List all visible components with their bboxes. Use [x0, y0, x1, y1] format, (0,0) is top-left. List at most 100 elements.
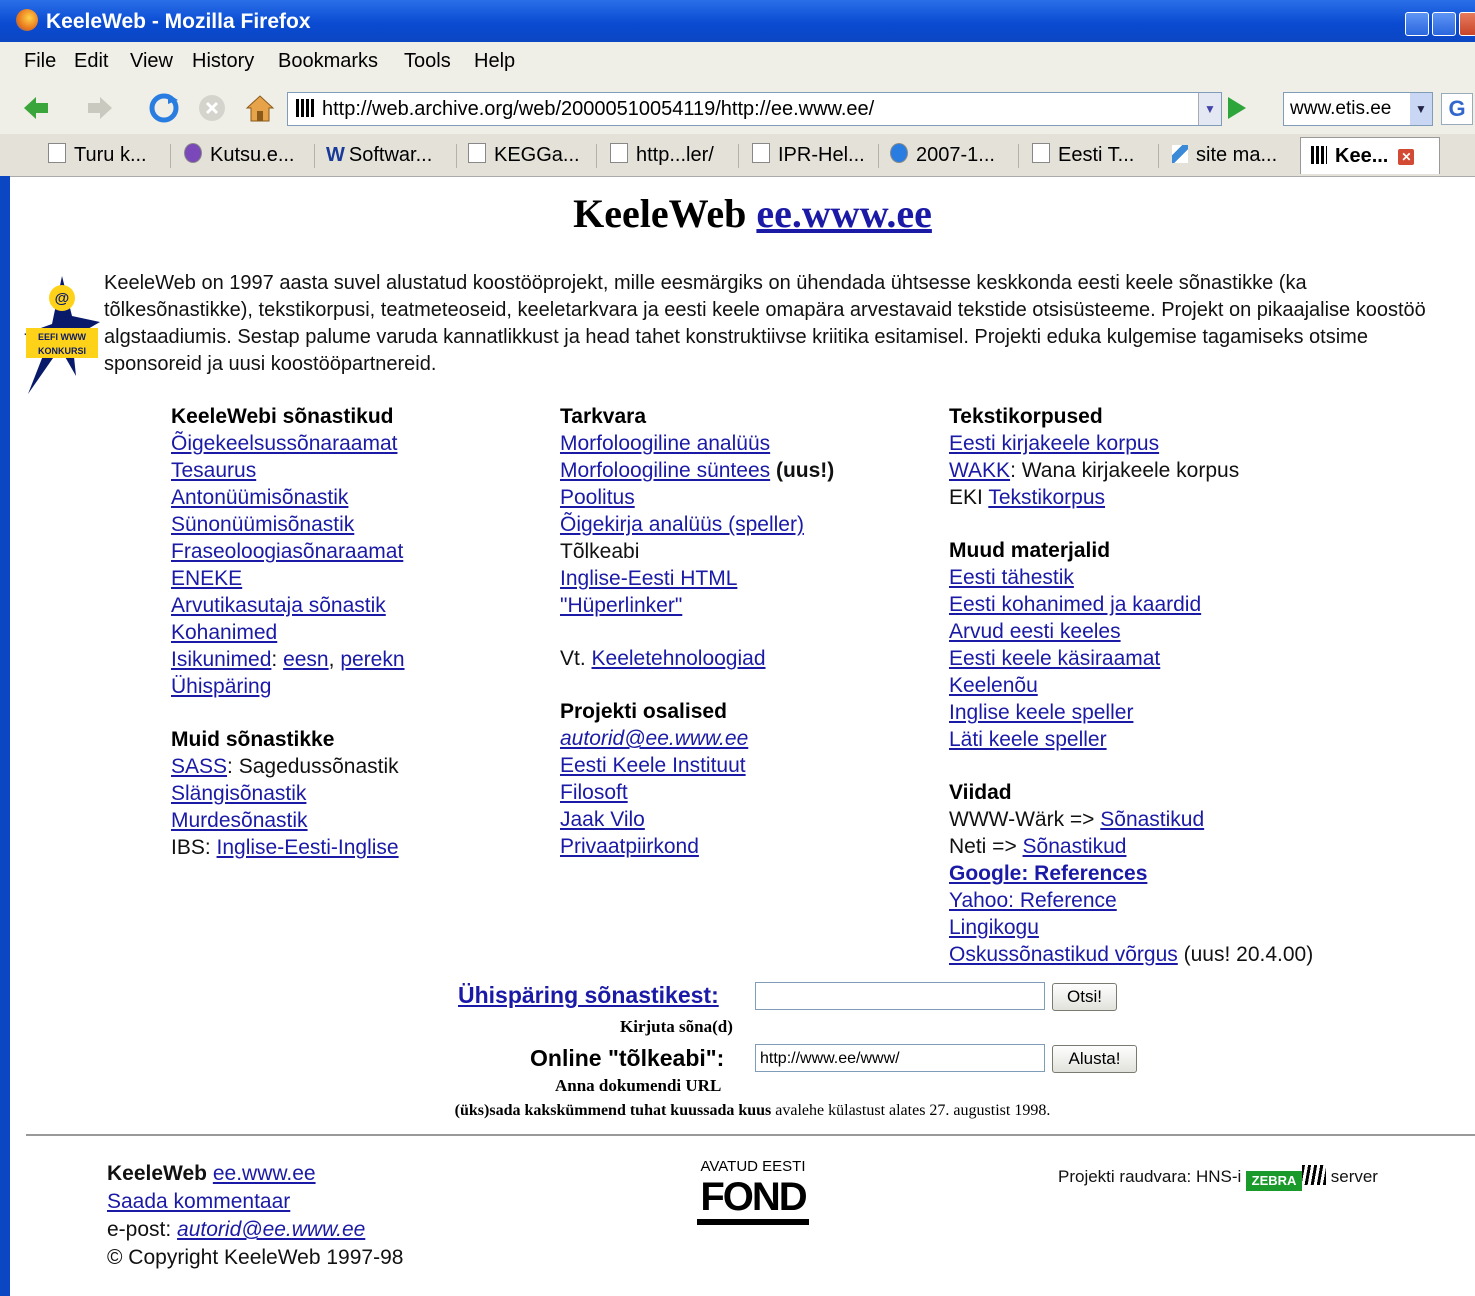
- link-google-references[interactable]: Google: References: [949, 862, 1147, 885]
- link-kohanimed[interactable]: Kohanimed: [171, 621, 277, 644]
- translate-url-input[interactable]: http://www.ee/www/: [755, 1044, 1045, 1072]
- link-fraseoloogia[interactable]: Fraseoloogiasõnaraamat: [171, 540, 403, 563]
- tab-1[interactable]: Turu k...: [48, 137, 158, 173]
- link-antonuumi[interactable]: Antonüümisõnastik: [171, 486, 348, 509]
- link-lati-speller[interactable]: Läti keele speller: [949, 728, 1107, 751]
- link-wakk[interactable]: WAKK: [949, 459, 1010, 482]
- menu-view[interactable]: View: [130, 50, 173, 73]
- url-bar[interactable]: http://web.archive.org/web/2000051005411…: [287, 92, 1222, 126]
- tolkeabi-text: Tõlkeabi: [560, 540, 640, 563]
- link-speller[interactable]: Õigekirja analüüs (speller): [560, 513, 804, 536]
- firefox-icon: [16, 9, 38, 31]
- link-slangi[interactable]: Slängisõnastik: [171, 782, 306, 805]
- link-jaak-vilo[interactable]: Jaak Vilo: [560, 808, 645, 831]
- footer-email-link[interactable]: autorid@ee.www.ee: [177, 1218, 365, 1241]
- search-engine-dropdown-icon[interactable]: ▼: [1410, 93, 1432, 125]
- link-neti-sonastikud[interactable]: Sõnastikud: [1023, 835, 1127, 858]
- reload-icon[interactable]: [148, 92, 180, 124]
- link-tahestik[interactable]: Eesti tähestik: [949, 566, 1074, 589]
- search-button[interactable]: Otsi!: [1052, 983, 1117, 1011]
- link-arvutikasutaja[interactable]: Arvutikasutaja sõnastik: [171, 594, 386, 617]
- link-uhisparing[interactable]: Ühispäring: [171, 675, 271, 698]
- home-icon[interactable]: [244, 92, 276, 124]
- menu-history[interactable]: History: [192, 50, 254, 73]
- tab-5[interactable]: http...ler/: [610, 137, 730, 173]
- tab-3[interactable]: W Softwar...: [326, 137, 446, 173]
- intro-text: KeeleWeb on 1997 aasta suvel alustatud k…: [104, 272, 1426, 375]
- link-lingikogu[interactable]: Lingikogu: [949, 916, 1039, 939]
- link-murde[interactable]: Murdesõnastik: [171, 809, 308, 832]
- heading-tekstikorpused: Tekstikorpused: [949, 405, 1103, 428]
- menu-file[interactable]: File: [24, 50, 56, 73]
- link-filosoft[interactable]: Filosoft: [560, 781, 628, 804]
- menu-bookmarks[interactable]: Bookmarks: [278, 50, 378, 73]
- menu-edit[interactable]: Edit: [74, 50, 108, 73]
- back-icon[interactable]: [20, 92, 52, 124]
- menu-tools[interactable]: Tools: [404, 50, 451, 73]
- title-link[interactable]: ee.www.ee: [756, 191, 931, 236]
- link-yahoo-reference[interactable]: Yahoo: Reference: [949, 889, 1117, 912]
- tab-8[interactable]: Eesti T...: [1032, 137, 1150, 173]
- tab-2[interactable]: Kutsu.e...: [184, 137, 308, 173]
- link-morf-analyys[interactable]: Morfoloogiline analüüs: [560, 432, 770, 455]
- menu-help[interactable]: Help: [474, 50, 515, 73]
- new-badge: (uus!): [775, 459, 835, 482]
- link-keelenou[interactable]: Keelenõu: [949, 674, 1038, 697]
- link-inglise-speller[interactable]: Inglise keele speller: [949, 701, 1133, 724]
- link-oigekeelsus[interactable]: Õigekeelsussõnaraamat: [171, 432, 397, 455]
- google-search-button[interactable]: G: [1441, 93, 1473, 125]
- maximize-button[interactable]: [1432, 12, 1456, 36]
- link-privaatpiirkond[interactable]: Privaatpiirkond: [560, 835, 699, 858]
- link-perekn[interactable]: perekn: [340, 648, 404, 671]
- link-inglise-eesti-html[interactable]: Inglise-Eesti HTML: [560, 567, 737, 590]
- stop-icon[interactable]: [196, 92, 228, 124]
- link-eki[interactable]: Eesti Keele Instituut: [560, 754, 746, 777]
- link-email[interactable]: autorid@ee.www.ee: [560, 727, 748, 750]
- link-kasiraamat[interactable]: Eesti keele käsiraamat: [949, 647, 1160, 670]
- link-arvud[interactable]: Arvud eesti keeles: [949, 620, 1121, 643]
- link-kirjakeele-korpus[interactable]: Eesti kirjakeele korpus: [949, 432, 1159, 455]
- footer-comment-link[interactable]: Saada kommentaar: [107, 1190, 290, 1213]
- search-engine-label: www.etis.ee: [1290, 98, 1392, 119]
- tab-active[interactable]: Kee... ✕: [1300, 137, 1440, 174]
- translate-button[interactable]: Alusta!: [1052, 1045, 1137, 1073]
- link-eneke[interactable]: ENEKE: [171, 567, 242, 590]
- url-dropdown-icon[interactable]: ▼: [1198, 93, 1221, 125]
- forward-icon[interactable]: [84, 92, 116, 124]
- link-sass[interactable]: SASS: [171, 755, 227, 778]
- search-engine-box[interactable]: www.etis.ee ▼: [1283, 92, 1433, 126]
- link-hyperlinker[interactable]: "Hüperlinker": [560, 594, 682, 617]
- link-synonuumi[interactable]: Sünonüümisõnastik: [171, 513, 354, 536]
- link-ibs[interactable]: Inglise-Eesti-Inglise: [217, 836, 399, 859]
- search-label-link[interactable]: Ühispäring sõnastikest:: [458, 982, 719, 1009]
- link-www-sonastikud[interactable]: Sõnastikud: [1100, 808, 1204, 831]
- tab-9[interactable]: site ma...: [1172, 137, 1292, 173]
- close-tab-icon[interactable]: ✕: [1398, 149, 1415, 165]
- close-button[interactable]: [1459, 12, 1475, 36]
- tab-6[interactable]: IPR-Hel...: [752, 137, 872, 173]
- heading-tarkvara: Tarkvara: [560, 405, 647, 428]
- tab-4[interactable]: KEGGa...: [468, 137, 584, 173]
- footer-info: KeeleWeb ee.www.ee Saada kommentaar e-po…: [107, 1160, 403, 1272]
- heading-viidad: Viidad: [949, 781, 1012, 804]
- link-poolitus[interactable]: Poolitus: [560, 486, 635, 509]
- link-tekstikorpus[interactable]: Tekstikorpus: [988, 486, 1105, 509]
- link-kohanimed-kaardid[interactable]: Eesti kohanimed ja kaardid: [949, 593, 1201, 616]
- minimize-button[interactable]: [1405, 12, 1429, 36]
- zebra-logo: ZEBRA: [1246, 1171, 1303, 1191]
- tab-7[interactable]: 2007-1...: [890, 137, 1008, 173]
- go-icon[interactable]: [1228, 97, 1246, 119]
- link-eesn[interactable]: eesn: [283, 648, 329, 671]
- link-isikunimed[interactable]: Isikunimed: [171, 648, 271, 671]
- link-oskussonastikud[interactable]: Oskussõnastikud võrgus: [949, 943, 1178, 966]
- wikipedia-icon: W: [326, 144, 345, 166]
- menu-bar: File Edit View History Bookmarks Tools H…: [0, 42, 1475, 82]
- link-keeletehnoloogiad[interactable]: Keeletehnoloogiad: [592, 647, 766, 670]
- heading-projekti-osalised: Projekti osalised: [560, 700, 727, 723]
- svg-text:@: @: [55, 290, 70, 307]
- link-morf-syntees[interactable]: Morfoloogiline süntees: [560, 459, 770, 482]
- link-tesaurus[interactable]: Tesaurus: [171, 459, 256, 482]
- search-input[interactable]: [755, 982, 1045, 1010]
- open-estonia-fund-logo: AVATUD EESTI FOND: [693, 1158, 813, 1228]
- footer-site-link[interactable]: ee.www.ee: [213, 1162, 316, 1185]
